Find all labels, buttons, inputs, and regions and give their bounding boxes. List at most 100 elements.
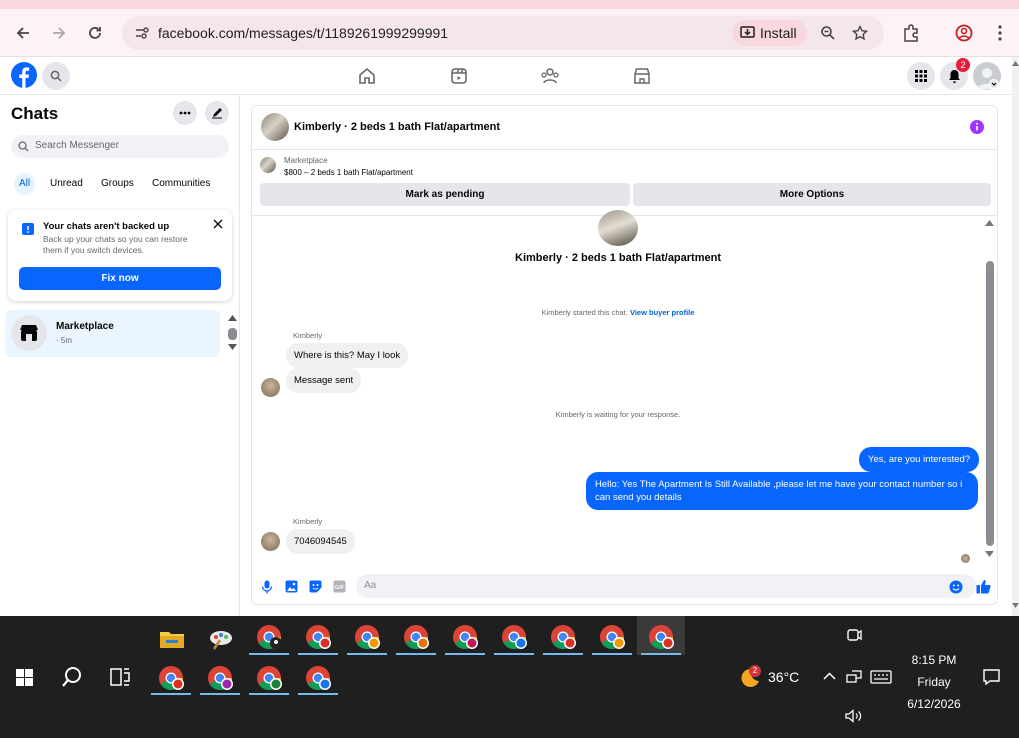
chrome-profile-icon[interactable] <box>597 622 627 652</box>
home-icon[interactable] <box>357 66 377 86</box>
gif-icon[interactable]: GIF <box>333 580 346 593</box>
waiting-notice: Kimberly is waiting for your response. <box>555 410 681 419</box>
fix-now-button[interactable]: Fix now <box>19 267 221 290</box>
emoji-icon[interactable] <box>949 580 963 594</box>
file-explorer-icon[interactable] <box>157 624 187 654</box>
sender-avatar[interactable] <box>261 532 280 551</box>
message-input[interactable]: Aa <box>356 574 976 598</box>
listing-avatar[interactable] <box>261 113 289 141</box>
more-dots-icon <box>179 111 191 115</box>
marketplace-listing-bar: Marketplace $800 – 2 beds 1 bath Flat/ap… <box>252 151 997 215</box>
chats-options-button[interactable] <box>173 101 197 125</box>
info-icon[interactable] <box>970 120 984 134</box>
temperature-text[interactable]: 36°C <box>768 669 799 685</box>
chrome-profile-icon[interactable] <box>254 663 284 693</box>
browser-menu-icon[interactable] <box>996 24 1004 42</box>
filter-all[interactable]: All <box>14 173 36 195</box>
taskbar-running-indicator <box>249 653 289 655</box>
chrome-profile-icon[interactable] <box>156 663 186 693</box>
page-scrollbar[interactable] <box>1012 57 1019 616</box>
chat-time: · 5m <box>56 336 72 345</box>
close-icon[interactable] <box>213 219 223 229</box>
fb-search-button[interactable] <box>42 62 70 90</box>
message-bubble-in[interactable]: Message sent <box>286 368 362 393</box>
install-button[interactable]: Install <box>732 20 807 46</box>
message-bubble-out[interactable]: Hello: Yes The Apartment Is Still Availa… <box>586 472 978 510</box>
url-text: facebook.com/messages/t/1189261999299991 <box>158 25 449 41</box>
search-icon[interactable] <box>61 666 83 688</box>
tab-strip <box>0 0 1019 9</box>
backup-subtitle: Back up your chats so you can restore th… <box>43 234 188 255</box>
reload-button[interactable] <box>83 21 107 45</box>
facebook-logo-icon[interactable] <box>11 62 37 88</box>
thread-scrollbar-thumb[interactable] <box>986 261 994 546</box>
thread-scroll-up-icon[interactable] <box>985 219 994 226</box>
task-view-icon[interactable] <box>110 668 130 686</box>
system-clock[interactable]: 8:15 PM Friday 6/12/2026 <box>895 649 973 715</box>
thread-scroll-down-icon[interactable] <box>985 551 994 558</box>
thumbs-up-icon[interactable] <box>976 579 991 594</box>
backup-title: Your chats aren't backed up <box>43 221 170 232</box>
filter-communities[interactable]: Communities <box>147 173 215 195</box>
chat-header: Kimberly · 2 beds 1 bath Flat/apartment <box>252 106 997 150</box>
volume-icon[interactable] <box>845 709 863 723</box>
menu-grid-button[interactable] <box>907 62 935 90</box>
chrome-profile-icon[interactable] <box>548 622 578 652</box>
chrome-profile-icon[interactable] <box>352 622 382 652</box>
microphone-icon[interactable] <box>261 580 273 594</box>
chrome-profile-icon[interactable] <box>450 622 480 652</box>
listing-price[interactable]: $800 – 2 beds 1 bath Flat/apartment <box>284 168 413 177</box>
zoom-icon[interactable] <box>820 25 836 41</box>
profile-icon[interactable] <box>955 24 973 42</box>
bookmark-star-icon[interactable] <box>852 25 868 41</box>
meet-now-icon[interactable] <box>846 627 862 643</box>
marketplace-avatar <box>11 315 47 351</box>
chats-title: Chats <box>11 104 59 123</box>
chat-title[interactable]: Kimberly · 2 beds 1 bath Flat/apartment <box>294 121 500 133</box>
address-bar[interactable]: facebook.com/messages/t/1189261999299991… <box>122 16 884 50</box>
install-label: Install <box>760 25 797 41</box>
message-bubble-in[interactable]: Where is this? May I look <box>286 343 409 368</box>
filter-unread[interactable]: Unread <box>45 173 88 195</box>
chrome-profile-icon[interactable] <box>254 622 284 652</box>
new-message-button[interactable] <box>205 101 229 125</box>
mark-as-pending-button[interactable]: Mark as pending <box>260 183 630 206</box>
filter-groups[interactable]: Groups <box>96 173 139 195</box>
friends-icon[interactable] <box>540 66 560 86</box>
search-messenger-input[interactable]: Search Messenger <box>11 135 229 158</box>
back-button[interactable] <box>11 21 35 45</box>
message-bubble-in[interactable]: 7046094545 <box>286 529 355 554</box>
extensions-icon[interactable] <box>902 24 920 42</box>
facebook-header: 2 <box>0 57 1012 95</box>
chrome-profile-icon[interactable] <box>303 622 333 652</box>
forward-button[interactable] <box>47 21 71 45</box>
windows-start-icon[interactable] <box>16 669 33 686</box>
chevron-up-icon[interactable] <box>823 672 836 680</box>
notification-badge: 2 <box>956 58 970 72</box>
account-chevron[interactable] <box>989 79 999 89</box>
paint-app-icon[interactable] <box>206 624 236 654</box>
list-scrollbar-thumb[interactable] <box>228 328 237 340</box>
chrome-profile-icon[interactable] <box>646 622 676 652</box>
network-icon[interactable] <box>846 670 862 684</box>
more-options-button[interactable]: More Options <box>633 183 991 206</box>
chrome-profile-icon[interactable] <box>499 622 529 652</box>
chrome-profile-icon[interactable] <box>303 663 333 693</box>
sticker-icon[interactable] <box>309 580 322 593</box>
video-icon[interactable] <box>449 66 469 86</box>
chrome-profile-icon[interactable] <box>401 622 431 652</box>
chrome-profile-icon[interactable] <box>205 663 235 693</box>
marketplace-icon[interactable] <box>632 66 652 86</box>
list-scroll-down-icon[interactable] <box>228 344 237 351</box>
keyboard-icon[interactable] <box>870 670 892 684</box>
chat-list-item[interactable]: Marketplace · 5m <box>5 310 220 357</box>
photo-icon[interactable] <box>285 580 298 593</box>
clock-day: Friday <box>917 675 951 689</box>
notification-center-icon[interactable] <box>983 669 1000 685</box>
taskbar-running-indicator <box>298 653 338 655</box>
chats-sidebar: Chats Search Messenger All Unread Groups… <box>0 95 240 616</box>
view-buyer-profile-link[interactable]: View buyer profile <box>630 308 694 317</box>
list-scroll-up-icon[interactable] <box>228 314 237 321</box>
message-bubble-out[interactable]: Yes, are you interested? <box>859 447 980 472</box>
sender-avatar[interactable] <box>261 378 280 397</box>
